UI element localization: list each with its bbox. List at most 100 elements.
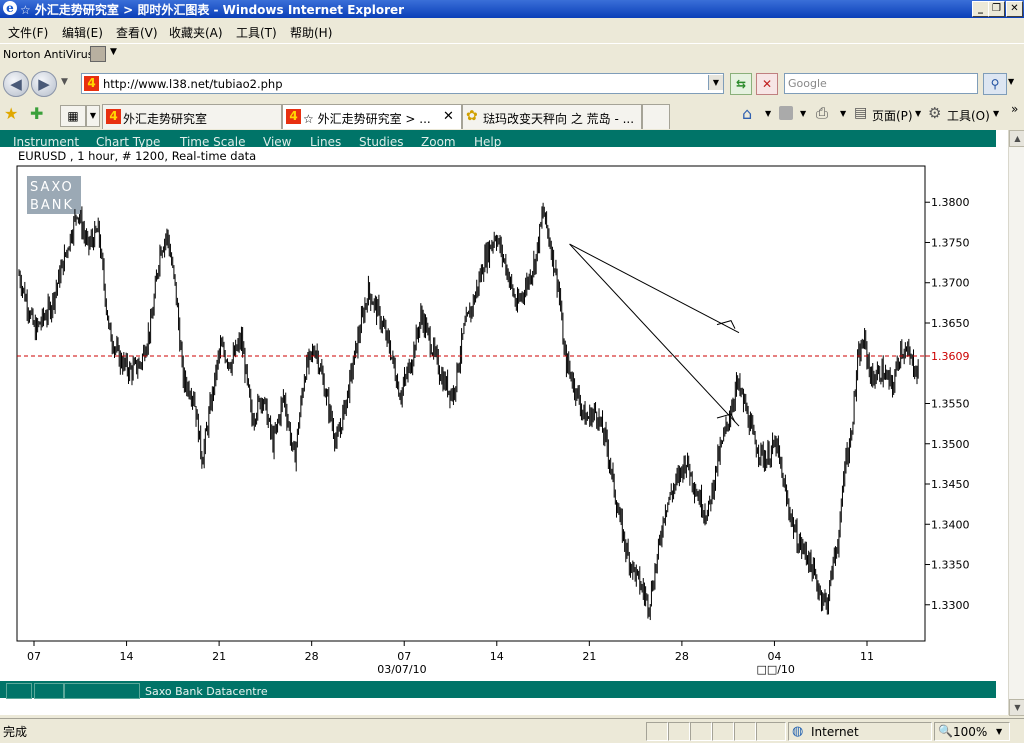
chart-menu-time-scale[interactable]: Time Scale — [180, 135, 245, 149]
back-button[interactable]: ◀ — [3, 71, 29, 97]
chart-menu-instrument[interactable]: Instrument — [13, 135, 79, 149]
tab-label: 琺玛改变天秤向 之 荒岛 - ... — [483, 112, 635, 126]
vertical-scrollbar[interactable]: ▲ ▼ — [1008, 130, 1024, 716]
page-content: Instrument Chart Type Time Scale View Li… — [0, 130, 1008, 715]
chart-menu-view[interactable]: View — [263, 135, 291, 149]
norton-toolbar: Norton AntiVirus ▼ — [0, 43, 1024, 66]
tab-3[interactable]: ✿ 琺玛改变天秤向 之 荒岛 - ... — [462, 104, 642, 129]
chart-status-blank — [64, 683, 140, 699]
ie-logo-icon: e — [3, 1, 17, 15]
menu-help[interactable]: 帮助(H) — [290, 24, 332, 41]
scroll-down-icon[interactable]: ▼ — [1009, 699, 1024, 716]
y-tick-label: 1.3800 — [931, 196, 970, 209]
page-dropdown-icon[interactable]: ▼ — [915, 109, 921, 118]
tools-dropdown-icon[interactable]: ▼ — [993, 109, 999, 118]
search-options-icon[interactable]: ▼ — [1008, 77, 1014, 86]
chart-nav-icon[interactable] — [6, 683, 32, 699]
status-panel — [668, 722, 690, 741]
address-dropdown-icon[interactable]: ▼ — [708, 75, 723, 90]
datacentre-label: Saxo Bank Datacentre — [145, 685, 268, 698]
search-placeholder: Google — [788, 77, 827, 90]
history-dropdown-icon[interactable]: ▼ — [61, 77, 68, 87]
new-tab-button[interactable] — [642, 104, 670, 129]
forward-button[interactable]: ▶ — [31, 71, 57, 97]
status-panel — [712, 722, 734, 741]
price-chart-svg[interactable]: SAXO BANK 1.3800 1.3750 1.3700 1.3650 1.3550… — [0, 164, 1000, 684]
chart-crosshair-icon[interactable] — [34, 683, 64, 699]
x-tick-label: 21 — [582, 650, 596, 663]
price-chart[interactable]: SAXO BANK 1.3800 1.3750 1.3700 1.3650 1.3550… — [0, 164, 1000, 684]
url-text: http://www.l38.net/tubiao2.php — [103, 77, 283, 91]
home-dropdown-icon[interactable]: ▼ — [765, 109, 771, 118]
zoom-dropdown-icon[interactable]: ▼ — [996, 727, 1002, 736]
tab-close-icon[interactable]: ✕ — [443, 109, 454, 124]
security-zone[interactable]: ◍ Internet — [788, 722, 932, 741]
chevron-down-icon[interactable]: ▼ — [110, 47, 117, 57]
y-tick-label: 1.3750 — [931, 236, 970, 249]
address-field[interactable]: 4 http://www.l38.net/tubiao2.php ▼ — [81, 73, 724, 94]
norton-settings-icon[interactable] — [90, 46, 106, 62]
site-favicon-icon: 4 — [84, 76, 99, 91]
scroll-up-icon[interactable]: ▲ — [1009, 130, 1024, 147]
zone-label: Internet — [811, 725, 859, 739]
menu-bar: 文件(F) 编辑(E) 查看(V) 收藏夹(A) 工具(T) 帮助(H) — [0, 20, 1024, 42]
menu-edit[interactable]: 编辑(E) — [62, 24, 103, 41]
toolbar-overflow-icon[interactable]: » — [1011, 102, 1018, 116]
status-panel — [690, 722, 712, 741]
quick-tabs-icon[interactable]: ▦ — [60, 105, 86, 127]
watermark-line-1: SAXO — [30, 180, 74, 195]
y-tick-label: 1.3700 — [931, 277, 970, 290]
x-tick-label: 21 — [212, 650, 226, 663]
x-tick-label: 14 — [120, 650, 134, 663]
tab-favicon-icon: 4 — [106, 109, 121, 124]
page-icon: ▤ — [854, 105, 868, 121]
chart-menu-help[interactable]: Help — [474, 135, 501, 149]
chart-menu-lines[interactable]: Lines — [310, 135, 341, 149]
zoom-control[interactable]: 🔍 100% ▼ — [934, 722, 1010, 741]
x-axis: 07 14 21 28 07 14 21 28 04 11 — [27, 641, 874, 663]
page-menu[interactable]: 页面(P) — [872, 107, 913, 124]
status-panel — [734, 722, 756, 741]
x-tick-label: 04 — [767, 650, 781, 663]
home-icon[interactable]: ⌂ — [742, 104, 752, 123]
tab-label: ☆ 外汇走势研究室 > ... — [303, 112, 431, 126]
print-dropdown-icon[interactable]: ▼ — [840, 109, 846, 118]
y-tick-label: 1.3300 — [931, 599, 970, 612]
menu-file[interactable]: 文件(F) — [8, 24, 48, 41]
x-month-label-2: □□/10 — [756, 663, 795, 676]
favorites-star-icon[interactable]: ★ — [4, 104, 18, 123]
x-tick-label: 14 — [490, 650, 504, 663]
maximize-button[interactable]: ❐ — [988, 1, 1005, 17]
chart-menu-studies[interactable]: Studies — [359, 135, 404, 149]
menu-tools[interactable]: 工具(T) — [236, 24, 277, 41]
tab-1[interactable]: 4 外汇走势研究室 — [102, 104, 282, 129]
tab-2-active[interactable]: 4 ☆ 外汇走势研究室 > ... ✕ — [282, 104, 462, 129]
chart-menu-zoom[interactable]: Zoom — [421, 135, 456, 149]
zoom-icon: 🔍 — [938, 724, 953, 738]
close-button[interactable]: ✕ — [1006, 1, 1023, 17]
stop-icon[interactable]: ✕ — [756, 73, 778, 95]
y-tick-label: 1.3650 — [931, 317, 970, 330]
refresh-icon[interactable]: ⇆ — [730, 73, 752, 95]
y-axis: 1.3800 1.3750 1.3700 1.3650 1.3550 1.3500 1.34… — [925, 196, 970, 612]
y-tick-label: 1.3450 — [931, 478, 970, 491]
y-tick-label: 1.3400 — [931, 518, 970, 531]
search-input[interactable]: Google — [784, 73, 978, 94]
menu-favorites[interactable]: 收藏夹(A) — [169, 24, 223, 41]
print-icon[interactable]: ⎙ — [816, 104, 828, 122]
current-price-label: 1.3609 — [931, 350, 970, 363]
tab-favicon-icon: 4 — [286, 109, 301, 124]
menu-view[interactable]: 查看(V) — [116, 24, 158, 41]
tab-list-dropdown-icon[interactable]: ▼ — [86, 105, 100, 127]
x-tick-label: 28 — [675, 650, 689, 663]
search-icon[interactable]: ⚲ — [983, 73, 1007, 95]
chart-menu-chart-type[interactable]: Chart Type — [96, 135, 160, 149]
feeds-dropdown-icon[interactable]: ▼ — [800, 109, 806, 118]
minimize-button[interactable]: _ — [972, 1, 989, 17]
y-tick-label: 1.3350 — [931, 559, 970, 572]
feeds-icon[interactable] — [779, 106, 793, 120]
status-panel — [756, 722, 786, 741]
status-panel — [646, 722, 668, 741]
tools-menu[interactable]: 工具(O) — [947, 107, 990, 124]
add-favorite-icon[interactable]: ✚ — [30, 104, 43, 123]
